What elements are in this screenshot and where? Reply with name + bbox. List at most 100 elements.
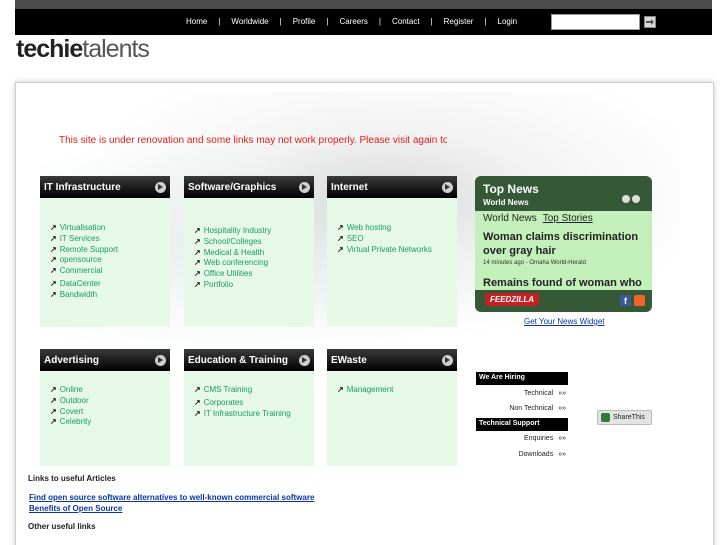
news-header: Top News World News — [475, 176, 652, 211]
nav-separator: | — [484, 17, 487, 26]
feedzilla-logo[interactable]: FEEDZILLA — [485, 293, 539, 306]
link-arrow-icon: ↗ — [50, 417, 57, 427]
double-arrow-icon: »» — [558, 390, 566, 397]
nav-separator: | — [378, 17, 381, 26]
article-link[interactable]: Find open source software alternatives t… — [29, 493, 314, 502]
news-title: Top News — [483, 182, 539, 196]
news-headline[interactable]: Remains found of woman who — [483, 277, 642, 289]
top-nav: Home | Worldwide | Profile | Careers | C… — [186, 17, 517, 26]
list-item[interactable]: ↗ Virtual Private Networks — [337, 245, 447, 256]
other-links-heading: Other useful links — [28, 522, 96, 531]
list-item[interactable]: ↗ DataCenter — [50, 279, 160, 290]
support-header: Technical Support — [476, 418, 568, 431]
box-header[interactable]: Software/Graphics — [184, 176, 314, 198]
search-input[interactable] — [551, 14, 640, 30]
news-widget: Top News World News World News Top Storie… — [475, 176, 652, 312]
link-arrow-icon: ↗ — [50, 395, 57, 405]
nav-login[interactable]: Login — [498, 17, 518, 26]
list-item[interactable]: ↗ Web conferencing — [194, 258, 304, 269]
support-item[interactable]: Enquiries»» — [476, 435, 568, 442]
list-item[interactable]: ↗ Commercial — [50, 266, 160, 277]
nav-register[interactable]: Register — [444, 17, 474, 26]
rss-icon[interactable] — [634, 295, 645, 306]
nav-home[interactable]: Home — [186, 17, 207, 26]
list-item[interactable]: ↗ IT Infrastructure Training — [194, 409, 304, 420]
list-item[interactable]: ↗ Management — [337, 385, 447, 396]
share-this-button[interactable]: ShareThis — [597, 410, 652, 425]
chevron-right-icon[interactable] — [155, 181, 166, 193]
logo-text-bold: techie — [16, 35, 83, 63]
list-item[interactable]: ↗ Outdoor — [50, 396, 160, 407]
facebook-icon[interactable]: f — [620, 295, 631, 306]
box-header[interactable]: EWaste — [327, 349, 457, 371]
link-arrow-icon: ↗ — [50, 406, 57, 416]
box-header[interactable]: IT Infrastructure — [40, 176, 170, 198]
list-item[interactable]: ↗ IT Services — [50, 234, 160, 245]
link-arrow-icon: ↗ — [50, 289, 57, 299]
nav-separator: | — [326, 17, 329, 26]
link-arrow-icon: ↗ — [337, 244, 344, 254]
nav-separator: | — [218, 17, 221, 26]
chevron-right-icon[interactable] — [299, 181, 310, 193]
hiring-item[interactable]: Non Technical»» — [476, 405, 568, 412]
link-arrow-icon: ↗ — [194, 247, 201, 257]
link-arrow-icon: ↗ — [50, 244, 57, 254]
list-item[interactable]: ↗ Online — [50, 385, 160, 396]
hiring-item[interactable]: Technical»» — [476, 390, 568, 397]
link-arrow-icon: ↗ — [50, 233, 57, 243]
link-arrow-icon: ↗ — [194, 226, 201, 235]
box-header[interactable]: Advertising — [40, 349, 170, 371]
box-software-graphics: Software/Graphics ↗ Hospitality Industry … — [184, 176, 314, 327]
link-arrow-icon: ↗ — [50, 223, 57, 232]
nav-profile[interactable]: Profile — [293, 17, 316, 26]
list-item[interactable]: ↗ Remote Support — [50, 245, 160, 256]
nav-worldwide[interactable]: Worldwide — [231, 17, 268, 26]
box-ewaste: EWaste ↗ Management — [327, 349, 457, 466]
double-arrow-icon: »» — [558, 451, 566, 458]
link-arrow-icon: ↗ — [50, 255, 57, 265]
link-arrow-icon: ↗ — [337, 385, 344, 394]
list-item[interactable]: ↗ Office Utilities — [194, 269, 304, 280]
get-news-widget-link[interactable]: Get Your News Widget — [524, 317, 604, 326]
share-label: ShareThis — [613, 414, 645, 421]
article-link[interactable]: Benefits of Open Source — [29, 504, 122, 513]
list-item[interactable]: ↗ Celebrity — [50, 417, 160, 428]
list-item[interactable]: ↗ Medical & Health — [194, 248, 304, 259]
list-item[interactable]: ↗ Web hosting — [337, 223, 447, 234]
box-title: Internet — [331, 181, 368, 193]
list-item[interactable]: ↗ CMS Training — [194, 385, 304, 396]
box-title: Software/Graphics — [188, 181, 277, 193]
list-item[interactable]: ↗ Portfolio — [194, 280, 304, 291]
tab-world-news[interactable]: World News — [483, 213, 537, 224]
chevron-right-icon[interactable] — [442, 354, 453, 366]
news-subtitle: World News — [483, 198, 529, 207]
chevron-right-icon[interactable] — [442, 181, 453, 193]
link-arrow-icon: ↗ — [50, 266, 57, 276]
box-header[interactable]: Education & Training — [184, 349, 314, 371]
list-item[interactable]: ↗ Hospitality Industry — [194, 226, 304, 237]
list-item[interactable]: ↗ School/Colleges — [194, 237, 304, 248]
site-logo[interactable]: techietalents — [16, 35, 150, 64]
tab-top-stories[interactable]: Top Stories — [543, 213, 593, 224]
next-icon[interactable] — [632, 195, 640, 203]
list-item[interactable]: ↗ Corporates — [194, 398, 304, 409]
list-item[interactable]: ↗ SEO — [337, 234, 447, 245]
search-go-button[interactable] — [644, 16, 656, 28]
support-item[interactable]: Downloads»» — [476, 451, 568, 458]
list-item[interactable]: ↗ opensource — [50, 255, 160, 266]
news-footer: FEEDZILLA f — [475, 290, 652, 312]
news-headline[interactable]: Woman claims discrimination over gray ha… — [483, 230, 643, 258]
nav-careers[interactable]: Careers — [339, 17, 367, 26]
chevron-right-icon[interactable] — [299, 354, 310, 366]
previous-icon[interactable] — [622, 195, 630, 203]
chevron-right-icon[interactable] — [155, 354, 166, 366]
box-title: Education & Training — [188, 354, 289, 366]
list-item[interactable]: ↗ Bandwidth — [50, 290, 160, 301]
box-header[interactable]: Internet — [327, 176, 457, 198]
link-arrow-icon: ↗ — [194, 269, 201, 279]
nav-contact[interactable]: Contact — [392, 17, 420, 26]
box-title: IT Infrastructure — [44, 181, 121, 193]
list-item[interactable]: ↗ Virtualisation — [50, 223, 160, 234]
list-item[interactable]: ↗ Covert — [50, 407, 160, 418]
box-title: Advertising — [44, 354, 100, 366]
